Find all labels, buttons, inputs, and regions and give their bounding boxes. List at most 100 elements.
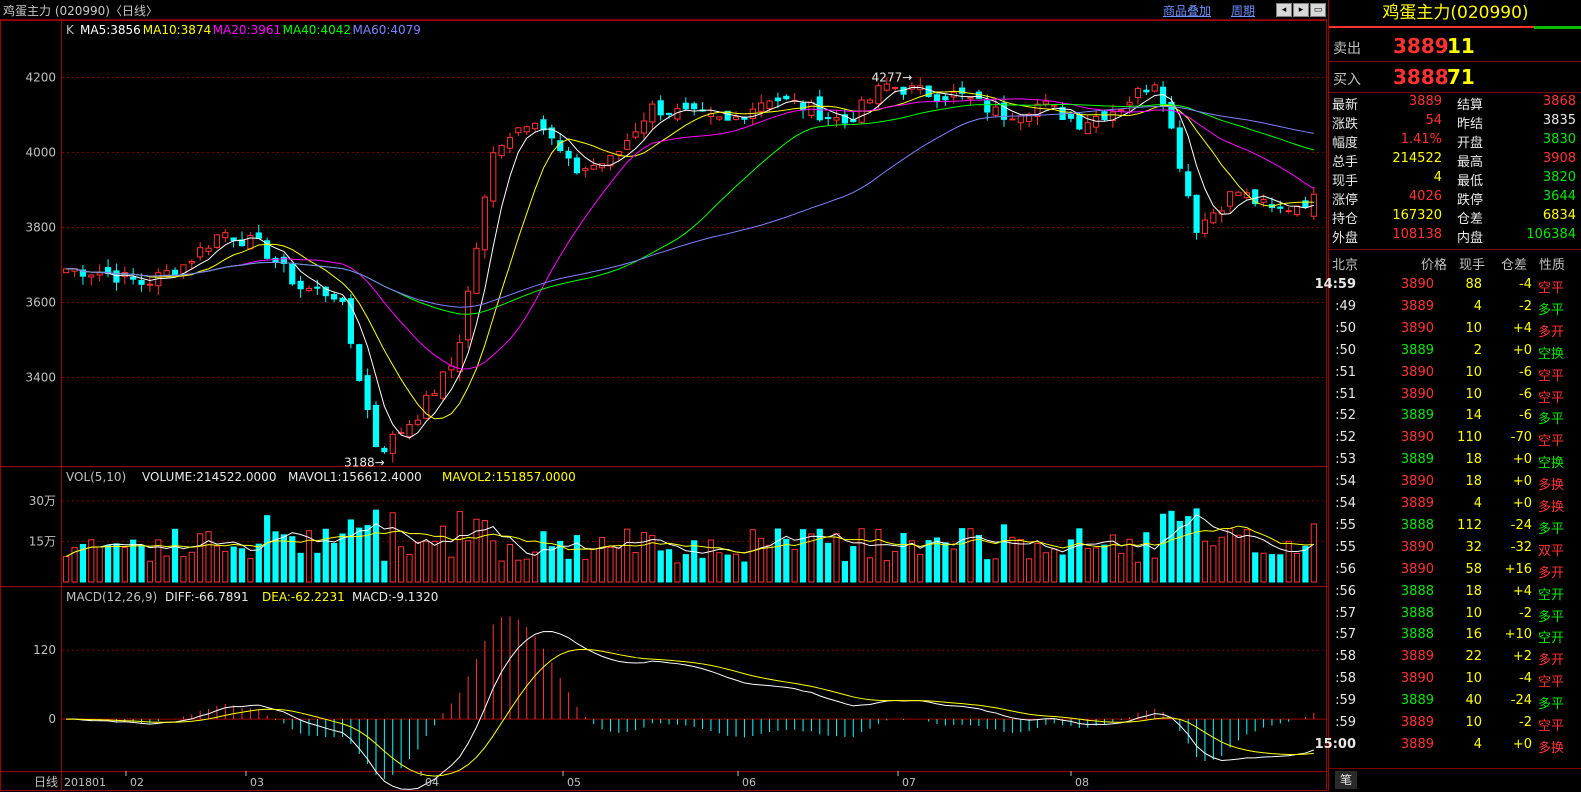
volume-bar xyxy=(247,558,254,583)
tick-row[interactable]: :58 3890 10 -4 空平 xyxy=(1329,669,1581,691)
tick-row[interactable]: :51 3890 10 -6 空平 xyxy=(1329,363,1581,385)
tick-row[interactable]: :53 3889 18 +0 空换 xyxy=(1329,450,1581,472)
tick-row[interactable]: :55 3888 112 -24 多平 xyxy=(1329,516,1581,538)
candle xyxy=(1185,171,1192,197)
tick-volume: 40 xyxy=(1465,693,1482,709)
volume-bar xyxy=(615,547,622,583)
volume-bar xyxy=(766,544,773,583)
tick-oi-change: -6 xyxy=(1519,364,1532,380)
volume-bar xyxy=(925,540,932,583)
volume-bar xyxy=(171,528,179,583)
tab-ticks[interactable]: 笔 xyxy=(1335,771,1357,789)
volume-bar xyxy=(942,542,949,583)
tick-time: :57 xyxy=(1335,627,1356,643)
tick-row[interactable]: :52 3890 110 -70 空平 xyxy=(1329,428,1581,450)
candle xyxy=(649,103,656,123)
mavol2-value: MAVOL2:151857.0000 xyxy=(442,470,576,484)
tick-oi-change: +0 xyxy=(1512,736,1532,752)
volume-bar xyxy=(816,528,823,583)
volume-bar xyxy=(213,545,221,583)
tick-row[interactable]: :55 3890 32 -32 双平 xyxy=(1329,538,1581,560)
candle xyxy=(866,99,874,104)
candle xyxy=(364,375,371,411)
candle xyxy=(381,447,388,453)
tick-volume: 32 xyxy=(1465,539,1482,555)
stat-row: 持仓 167320 仓差 6834 xyxy=(1329,207,1581,227)
candle xyxy=(414,419,421,425)
tick-row[interactable]: :54 3889 4 +0 多换 xyxy=(1329,494,1581,516)
tick-volume: 2 xyxy=(1473,342,1482,358)
volume-bar xyxy=(465,540,472,583)
tick-row[interactable]: :56 3890 58 +16 多开 xyxy=(1329,560,1581,582)
volume-bar xyxy=(699,557,706,583)
tick-price: 3890 xyxy=(1400,671,1434,687)
prev-button[interactable]: ◂ xyxy=(1276,3,1292,17)
volume-bar xyxy=(917,553,924,583)
tick-row[interactable]: :59 3889 40 -24 多平 xyxy=(1329,691,1581,713)
tick-row[interactable]: :59 3889 10 -2 空平 xyxy=(1329,713,1581,735)
tick-time: :51 xyxy=(1335,386,1356,402)
volume-bar xyxy=(1000,524,1008,583)
volume-bar xyxy=(1009,536,1016,583)
volume-bar xyxy=(758,537,765,583)
period-link[interactable]: 周期 xyxy=(1231,2,1255,19)
volume-bar xyxy=(1193,508,1200,583)
volume-bar xyxy=(732,553,740,583)
tick-row[interactable]: :51 3890 10 -6 空平 xyxy=(1329,385,1581,407)
ask-row-label: 卖出 xyxy=(1333,41,1361,57)
divider xyxy=(1329,249,1581,250)
chart-area[interactable]: 42004000380036003400K MA5:3856 MA10:3874 MA… xyxy=(0,20,1327,791)
tick-row[interactable]: :49 3889 4 -2 多平 xyxy=(1329,297,1581,319)
volume-bar xyxy=(364,525,371,583)
overlay-link[interactable]: 商品叠加 xyxy=(1163,2,1211,19)
ma-line-ma40 xyxy=(66,103,1314,315)
tick-row[interactable]: 15:00 3889 4 +0 多换 xyxy=(1315,735,1581,757)
candle xyxy=(1067,114,1075,119)
stat-label: 持仓 xyxy=(1332,212,1359,227)
volume-bar xyxy=(674,562,681,583)
tick-oi-change: -24 xyxy=(1510,693,1532,709)
tick-time: :57 xyxy=(1335,605,1356,621)
tick-row[interactable]: :58 3889 22 +2 多开 xyxy=(1329,647,1581,669)
dea-line xyxy=(66,648,1314,777)
candle xyxy=(465,290,472,341)
stat-value: 4 xyxy=(1433,170,1442,185)
volume-bar xyxy=(1285,540,1292,583)
candle xyxy=(515,127,522,134)
tick-oi-change: +4 xyxy=(1512,320,1532,336)
candle xyxy=(1042,100,1049,105)
stat-value: 3835 xyxy=(1542,113,1576,128)
candle xyxy=(984,100,991,113)
tick-row[interactable]: 14:59 3890 88 -4 空平 xyxy=(1315,275,1581,297)
tick-row[interactable]: :56 3888 18 +4 空开 xyxy=(1329,582,1581,604)
candle xyxy=(130,276,137,280)
volume-bar xyxy=(1101,544,1108,583)
tick-row[interactable]: :50 3890 10 +4 多开 xyxy=(1329,319,1581,341)
volume-bar xyxy=(598,537,606,583)
tick-row[interactable]: :50 3889 2 +0 空换 xyxy=(1329,341,1581,363)
tick-row[interactable]: :57 3888 10 -2 多平 xyxy=(1329,604,1581,626)
tick-nature: 多平 xyxy=(1538,609,1565,625)
volume-bar xyxy=(197,533,204,583)
tick-row[interactable]: :52 3889 14 -6 多平 xyxy=(1329,406,1581,428)
tick-price: 3888 xyxy=(1400,517,1434,533)
next-button[interactable]: ▸ xyxy=(1293,3,1309,17)
volume-bar xyxy=(1059,554,1066,583)
tick-nature: 双平 xyxy=(1538,543,1565,559)
candle xyxy=(1017,115,1024,124)
tick-row[interactable]: :54 3890 18 +0 多换 xyxy=(1329,472,1581,494)
candle xyxy=(1193,194,1200,233)
tick-price: 3890 xyxy=(1400,277,1434,292)
volume-bar xyxy=(188,551,195,583)
x-tick-label: 08 xyxy=(1075,776,1089,789)
volume-bar xyxy=(825,542,832,583)
volume-bar xyxy=(640,532,648,583)
tick-volume: 112 xyxy=(1457,517,1482,533)
tick-oi-change: +2 xyxy=(1512,649,1532,665)
tick-row[interactable]: :57 3888 16 +10 空开 xyxy=(1329,625,1581,647)
volume-bar xyxy=(381,560,388,583)
volume-bar xyxy=(900,532,907,583)
volume-bar xyxy=(523,558,530,583)
expand-button[interactable]: ▭ xyxy=(1310,3,1326,17)
candle xyxy=(356,344,363,381)
